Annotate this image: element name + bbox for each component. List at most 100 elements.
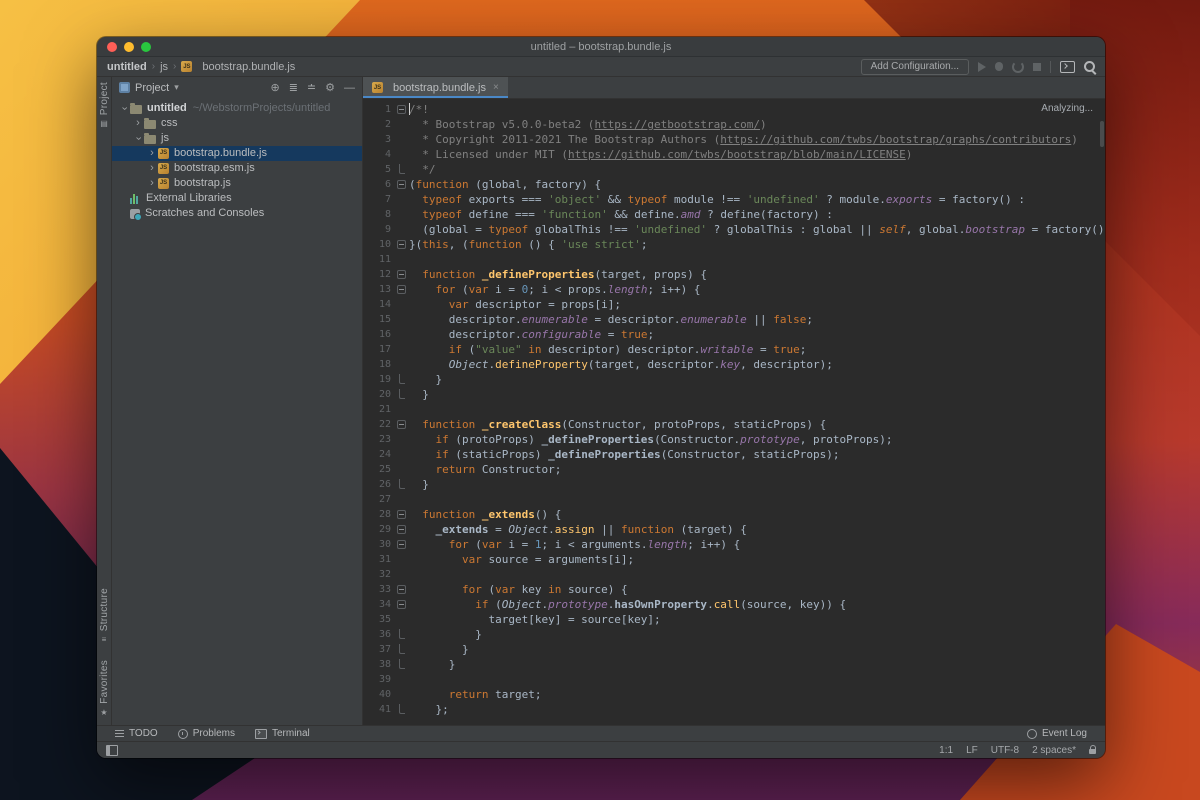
chevron-down-icon[interactable]: › <box>119 103 131 115</box>
line-number[interactable]: 15 <box>363 312 395 327</box>
fold-collapse-icon[interactable] <box>395 237 409 252</box>
toggle-tool-windows-icon[interactable] <box>106 744 118 756</box>
line-number[interactable]: 2 <box>363 117 395 132</box>
code-line[interactable]: 26 } <box>363 477 1105 492</box>
line-number[interactable]: 16 <box>363 327 395 342</box>
code-line[interactable]: 15 descriptor.enumerable = descriptor.en… <box>363 312 1105 327</box>
chevron-right-icon[interactable]: › <box>146 148 158 159</box>
line-number[interactable]: 9 <box>363 222 395 237</box>
fold-end-icon[interactable] <box>395 387 409 402</box>
code-line[interactable]: 32 <box>363 567 1105 582</box>
code-line[interactable]: 30 for (var i = 1; i < arguments.length;… <box>363 537 1105 552</box>
line-number[interactable]: 17 <box>363 342 395 357</box>
line-number[interactable]: 1 <box>363 102 395 117</box>
line-number[interactable]: 11 <box>363 252 395 267</box>
code-line[interactable]: 3 * Copyright 2011-2021 The Bootstrap Au… <box>363 132 1105 147</box>
terminal-toolbar-icon[interactable] <box>1060 60 1075 73</box>
line-number[interactable]: 4 <box>363 147 395 162</box>
tree-item-external-libraries[interactable]: External Libraries <box>112 191 362 206</box>
line-number[interactable]: 28 <box>363 507 395 522</box>
run-icon[interactable] <box>978 61 986 72</box>
hide-panel-icon[interactable]: — <box>344 82 355 94</box>
code-line[interactable]: 21 <box>363 402 1105 417</box>
fold-end-icon[interactable] <box>395 657 409 672</box>
code-line[interactable]: 41 }; <box>363 702 1105 717</box>
line-number[interactable]: 14 <box>363 297 395 312</box>
code-line[interactable]: 35 target[key] = source[key]; <box>363 612 1105 627</box>
fold-collapse-icon[interactable] <box>395 522 409 537</box>
code-line[interactable]: 13 for (var i = 0; i < props.length; i++… <box>363 282 1105 297</box>
lock-icon[interactable] <box>1089 745 1096 754</box>
close-window-button[interactable] <box>107 41 117 52</box>
tree-item-bootstrap-esm-js[interactable]: › JS bootstrap.esm.js <box>112 161 362 176</box>
line-number[interactable]: 26 <box>363 477 395 492</box>
code-line[interactable]: 37 } <box>363 642 1105 657</box>
line-number[interactable]: 7 <box>363 192 395 207</box>
code-line[interactable]: 22 function _createClass(Constructor, pr… <box>363 417 1105 432</box>
code-line[interactable]: 11 <box>363 252 1105 267</box>
fold-end-icon[interactable] <box>395 627 409 642</box>
code-line[interactable]: 2 * Bootstrap v5.0.0-beta2 (https://getb… <box>363 117 1105 132</box>
code-line[interactable]: 34 if (Object.prototype.hasOwnProperty.c… <box>363 597 1105 612</box>
collapse-all-icon[interactable]: ≐ <box>307 81 316 94</box>
code-line[interactable]: 14 var descriptor = props[i]; <box>363 297 1105 312</box>
tree-item-js[interactable]: › js <box>112 131 362 146</box>
terminal-tool-button[interactable]: Terminal <box>254 728 310 739</box>
fold-collapse-icon[interactable] <box>395 537 409 552</box>
fullscreen-window-button[interactable] <box>141 41 151 52</box>
code-line[interactable]: 36 } <box>363 627 1105 642</box>
line-number[interactable]: 33 <box>363 582 395 597</box>
code-line[interactable]: 33 for (var key in source) { <box>363 582 1105 597</box>
line-number[interactable]: 25 <box>363 462 395 477</box>
line-number[interactable]: 39 <box>363 672 395 687</box>
debug-icon[interactable] <box>995 62 1003 71</box>
code-line[interactable]: 4 * Licensed under MIT (https://github.c… <box>363 147 1105 162</box>
code-line[interactable]: 5 */ <box>363 162 1105 177</box>
fold-end-icon[interactable] <box>395 477 409 492</box>
chevron-down-icon[interactable]: › <box>133 133 145 145</box>
event-log-button[interactable]: Event Log <box>1026 728 1087 739</box>
code-line[interactable]: 28 function _extends() { <box>363 507 1105 522</box>
line-number[interactable]: 35 <box>363 612 395 627</box>
code-line[interactable]: 39 <box>363 672 1105 687</box>
fold-collapse-icon[interactable] <box>395 177 409 192</box>
code-line[interactable]: 17 if ("value" in descriptor) descriptor… <box>363 342 1105 357</box>
line-number[interactable]: 19 <box>363 372 395 387</box>
encoding-widget[interactable]: UTF-8 <box>991 745 1019 756</box>
line-number[interactable]: 24 <box>363 447 395 462</box>
code-line[interactable]: 29 _extends = Object.assign || function … <box>363 522 1105 537</box>
chevron-right-icon[interactable]: › <box>132 118 144 129</box>
code-line[interactable]: 27 <box>363 492 1105 507</box>
fold-collapse-icon[interactable] <box>395 102 409 117</box>
line-number[interactable]: 22 <box>363 417 395 432</box>
line-number[interactable]: 38 <box>363 657 395 672</box>
line-number[interactable]: 34 <box>363 597 395 612</box>
line-number[interactable]: 29 <box>363 522 395 537</box>
line-number[interactable]: 36 <box>363 627 395 642</box>
line-number[interactable]: 37 <box>363 642 395 657</box>
chevron-down-icon[interactable]: ▾ <box>174 82 179 93</box>
line-number[interactable]: 30 <box>363 537 395 552</box>
tree-item-bootstrap-bundle-js[interactable]: › JS bootstrap.bundle.js <box>112 146 362 161</box>
breadcrumb-file[interactable]: bootstrap.bundle.js <box>202 61 295 73</box>
code-line[interactable]: 16 descriptor.configurable = true; <box>363 327 1105 342</box>
todo-tool-button[interactable]: TODO <box>115 728 158 739</box>
line-number[interactable]: 3 <box>363 132 395 147</box>
code-line[interactable]: 18 Object.defineProperty(target, descrip… <box>363 357 1105 372</box>
code-line[interactable]: 19 } <box>363 372 1105 387</box>
line-number[interactable]: 8 <box>363 207 395 222</box>
chevron-right-icon[interactable]: › <box>146 178 158 189</box>
minimize-window-button[interactable] <box>124 41 134 52</box>
code-line[interactable]: 9 (global = typeof globalThis !== 'undef… <box>363 222 1105 237</box>
fold-end-icon[interactable] <box>395 702 409 717</box>
tool-stripe-project[interactable]: Project ▤ <box>97 82 111 128</box>
close-tab-icon[interactable]: × <box>493 82 499 93</box>
line-number[interactable]: 21 <box>363 402 395 417</box>
line-number[interactable]: 13 <box>363 282 395 297</box>
code-line[interactable]: 12 function _defineProperties(target, pr… <box>363 267 1105 282</box>
line-number[interactable]: 6 <box>363 177 395 192</box>
expand-all-icon[interactable]: ≣ <box>289 81 298 94</box>
search-everywhere-icon[interactable] <box>1084 61 1095 72</box>
line-number[interactable]: 18 <box>363 357 395 372</box>
line-number[interactable]: 41 <box>363 702 395 717</box>
